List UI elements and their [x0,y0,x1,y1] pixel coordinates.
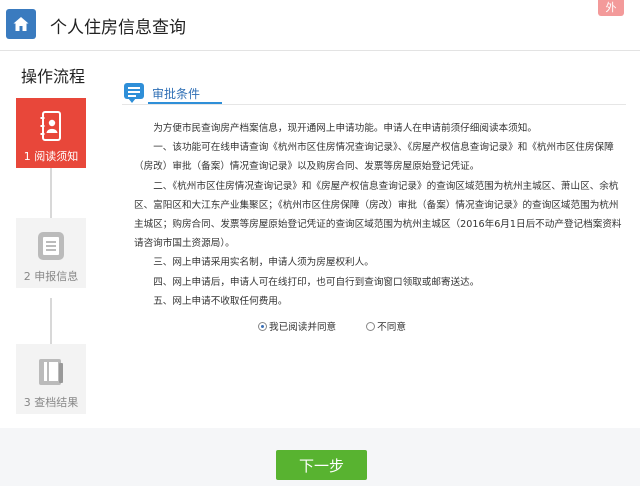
exit-button[interactable]: 外 [598,0,624,16]
notice-paragraph: 三、网上申请采用实名制，申请人须为房屋权利人。 [153,257,374,269]
next-step-button[interactable]: 下一步 [276,450,367,480]
agree-option[interactable]: 我已阅读并同意 [258,319,336,333]
agree-radio[interactable] [258,321,267,331]
disagree-radio[interactable] [366,321,376,331]
form-icon [38,232,64,260]
speech-bubble-icon [124,83,144,103]
step-connector [50,168,52,218]
home-button[interactable] [6,9,36,39]
step-read-notice[interactable]: 1 阅读须知 [16,98,86,168]
agreement-options: 我已阅读并同意 不同意 [258,319,406,333]
app-header: 个人住房信息查询 外 [0,0,640,51]
step-label: 2 申报信息 [23,270,79,283]
steps-title: 操作流程 [21,67,86,86]
step-query-result[interactable]: 3 查档结果 [16,344,86,414]
agree-label: 我已阅读并同意 [269,322,337,333]
archive-icon [39,359,63,385]
home-icon [13,17,29,31]
notice-paragraph: 四、网上申请后，申请人可在线打印，也可自行到查询窗口领取或邮寄送达。 [153,276,480,288]
notice-paragraph: 一、该功能可在线申请查询《杭州市区住房情况查询记录》、《房屋产权信息查询记录》和… [134,142,614,173]
step-label: 1 阅读须知 [23,150,79,163]
disagree-label: 不同意 [377,322,406,333]
section-title: 审批条件 [152,87,201,101]
disagree-option[interactable]: 不同意 [366,319,406,333]
page-title: 个人住房信息查询 [50,18,186,38]
step-label: 3 查档结果 [23,396,79,409]
section-underline [148,102,222,104]
step-connector [50,298,52,344]
notice-paragraph: 二、《杭州市区住房情况查询记录》和《房屋产权信息查询记录》的查询区域范围为杭州主… [134,180,622,250]
notice-content: 为方便市民查询房产档案信息，现开通网上申请功能。申请人在申请前须仔细阅读本须知。… [134,119,628,311]
notice-paragraph: 为方便市民查询房产档案信息，现开通网上申请功能。申请人在申请前须仔细阅读本须知。 [153,123,537,134]
contact-book-icon [40,111,61,141]
step-declare-info[interactable]: 2 申报信息 [16,218,86,288]
section-header: 审批条件 [122,82,626,105]
notice-paragraph: 五、网上申请不收取任何费用。 [153,295,288,307]
